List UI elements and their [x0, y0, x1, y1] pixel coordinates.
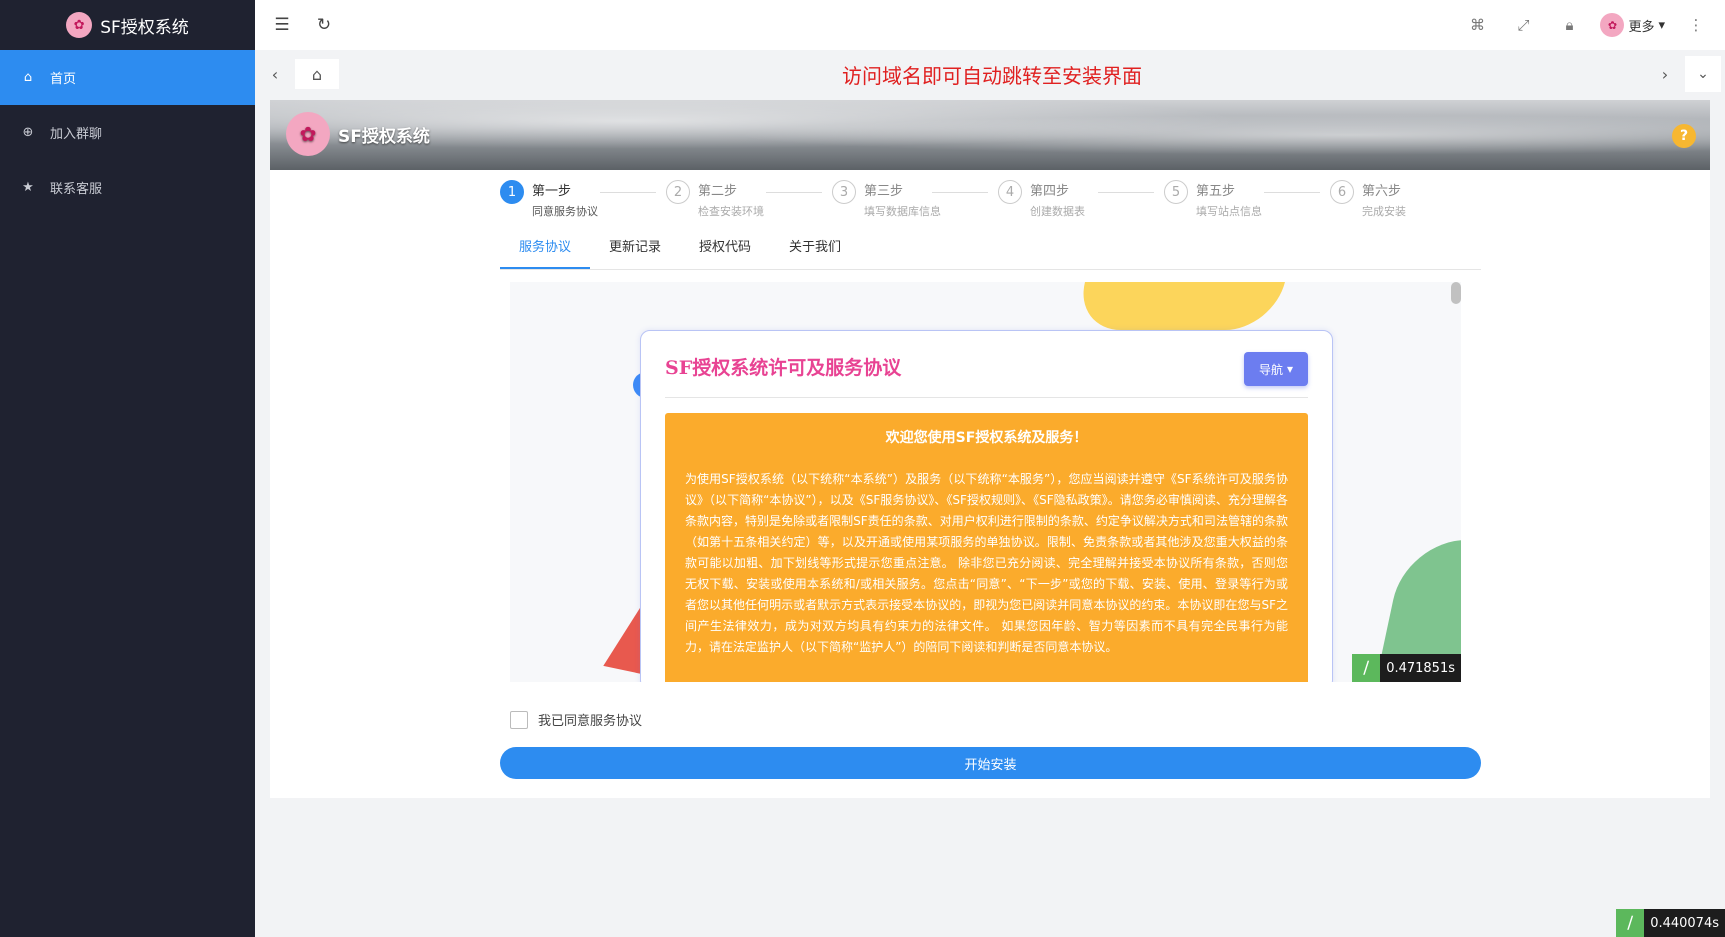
agreement-welcome: 欢迎您使用SF授权系统及服务！ [885, 430, 1088, 446]
app-logo[interactable]: ✿ SF授权系统 [0, 0, 255, 50]
caret-down-icon: ▾ [1286, 362, 1294, 376]
chevron-down-icon[interactable]: ⌄ [1685, 56, 1721, 92]
agree-checkbox[interactable] [510, 710, 528, 729]
user-menu-label: 更多 [1628, 19, 1655, 35]
divider [665, 397, 1308, 398]
step-6: 6 第六步完成安装 [1330, 180, 1496, 220]
sidebar-item-label: 首页 [50, 72, 77, 87]
step-desc: 检查安装环境 [698, 205, 764, 218]
user-menu[interactable]: ✿ 更多 ▾ [1600, 13, 1665, 37]
page-timer-badge: ⧸ 0.440074s [1616, 909, 1725, 937]
step-number: 2 [666, 180, 690, 204]
step-1: 1 第一步同意服务协议 [500, 180, 666, 220]
step-2: 2 第二步检查安装环境 [666, 180, 832, 220]
sidebar-item-join-group[interactable]: ⊕ 加入群聊 [0, 105, 255, 160]
chevron-left-icon[interactable]: ‹ [255, 50, 295, 98]
agreement-frame[interactable]: SF授权系统许可及服务协议 导航 ▾ 欢迎您使用SF授权系统及服务！ 为使用SF… [510, 282, 1461, 682]
tab-changelog[interactable]: 更新记录 [590, 228, 680, 269]
step-number: 1 [500, 180, 524, 204]
top-header: ☰ ↻ ⌘ ⤢ 🔒︎ ✿ 更多 ▾ ⋮ [255, 0, 1725, 50]
nav-dropdown-label: 导航 [1258, 362, 1283, 377]
step-number: 5 [1164, 180, 1188, 204]
frame-timer-value: 0.471851s [1386, 660, 1455, 676]
page-timer-value: 0.440074s [1650, 915, 1719, 931]
chevron-right-icon[interactable]: › [1645, 50, 1685, 98]
sidebar-item-home[interactable]: ⌂ 首页 [0, 50, 255, 105]
download-circle-icon: ⊕ [22, 125, 34, 140]
step-title: 第三步 [864, 184, 904, 199]
star-icon: ★ [22, 180, 34, 195]
step-3: 3 第三步填写数据库信息 [832, 180, 998, 220]
step-connector [600, 192, 656, 193]
content-tabs: 服务协议 更新记录 授权代码 关于我们 [500, 228, 1481, 270]
fullscreen-icon[interactable]: ⤢ [1508, 10, 1538, 40]
step-title: 第四步 [1030, 184, 1070, 199]
step-desc: 填写数据库信息 [864, 205, 941, 218]
lotus-icon: ✿ [66, 12, 93, 38]
agreement-title: SF授权系统许可及服务协议 [665, 357, 902, 379]
speed-icon: ⧸ [1616, 909, 1645, 937]
main-panel: ✿ SF授权系统 ? 1 第一步同意服务协议 2 第二步检查安装环境 3 第三步… [270, 100, 1710, 798]
step-desc: 完成安装 [1362, 205, 1406, 218]
tab-service-agreement[interactable]: 服务协议 [500, 228, 591, 269]
step-title: 第二步 [698, 184, 738, 199]
lock-icon[interactable]: 🔒︎ [1554, 10, 1584, 40]
home-icon: ⌂ [23, 70, 33, 85]
decor-shape [1073, 282, 1287, 330]
agreement-card: SF授权系统许可及服务协议 导航 ▾ 欢迎您使用SF授权系统及服务！ 为使用SF… [640, 330, 1333, 682]
menu-collapse-icon[interactable]: ☰ [267, 10, 297, 40]
step-number: 6 [1330, 180, 1354, 204]
step-connector [932, 192, 988, 193]
app-title: SF授权系统 [100, 17, 189, 38]
tab-strip: ‹ ⌂ 访问域名即可自动跳转至安装界面 › ⌄ [255, 50, 1725, 98]
nav-dropdown-button[interactable]: 导航 ▾ [1244, 352, 1308, 386]
agree-row: 我已同意服务协议 [510, 710, 642, 729]
start-install-button[interactable]: 开始安装 [500, 747, 1481, 779]
sidebar: ✿ SF授权系统 ⌂ 首页 ⊕ 加入群聊 ★ 联系客服 [0, 0, 255, 937]
agreement-body: 欢迎您使用SF授权系统及服务！ 为使用SF授权系统（以下统称“本系统”）及服务（… [665, 413, 1308, 682]
step-title: 第五步 [1196, 184, 1236, 199]
speed-icon: ⧸ [1352, 654, 1381, 682]
banner-title: SF授权系统 [338, 126, 430, 147]
install-steps: 1 第一步同意服务协议 2 第二步检查安装环境 3 第三步填写数据库信息 4 第… [500, 180, 1500, 220]
home-tab[interactable]: ⌂ [295, 59, 339, 89]
more-vertical-icon[interactable]: ⋮ [1681, 10, 1711, 40]
lotus-icon: ✿ [286, 112, 330, 156]
caret-down-icon: ▾ [1658, 17, 1665, 33]
banner: ✿ SF授权系统 ? [270, 100, 1710, 170]
sidebar-item-contact[interactable]: ★ 联系客服 [0, 160, 255, 215]
step-connector [766, 192, 822, 193]
install-notice: 访问域名即可自动跳转至安装界面 [842, 63, 1142, 88]
banner-brand: ✿ SF授权系统 [286, 112, 430, 156]
home-icon: ⌂ [311, 64, 323, 84]
step-number: 4 [998, 180, 1022, 204]
refresh-icon[interactable]: ↻ [309, 10, 339, 40]
frame-timer-badge: ⧸ 0.471851s [1352, 654, 1461, 682]
step-5: 5 第五步填写站点信息 [1164, 180, 1330, 220]
sidebar-item-label: 加入群聊 [50, 127, 103, 142]
agree-label[interactable]: 我已同意服务协议 [538, 710, 642, 729]
step-desc: 同意服务协议 [532, 205, 598, 218]
step-number: 3 [832, 180, 856, 204]
step-4: 4 第四步创建数据表 [998, 180, 1164, 220]
step-desc: 创建数据表 [1030, 205, 1085, 218]
agreement-text: 为使用SF授权系统（以下统称“本系统”）及服务（以下统称“本服务”），您应当阅读… [685, 472, 1288, 654]
step-connector [1264, 192, 1320, 193]
step-title: 第一步 [532, 184, 572, 199]
step-connector [1098, 192, 1154, 193]
tag-icon[interactable]: ⌘ [1462, 10, 1492, 40]
avatar: ✿ [1600, 13, 1625, 37]
scrollbar-thumb[interactable] [1451, 282, 1461, 304]
step-title: 第六步 [1362, 184, 1402, 199]
sidebar-item-label: 联系客服 [50, 182, 103, 197]
tab-license-code[interactable]: 授权代码 [680, 228, 770, 269]
tab-about-us[interactable]: 关于我们 [770, 228, 860, 269]
step-desc: 填写站点信息 [1196, 205, 1262, 218]
help-icon[interactable]: ? [1672, 124, 1696, 148]
